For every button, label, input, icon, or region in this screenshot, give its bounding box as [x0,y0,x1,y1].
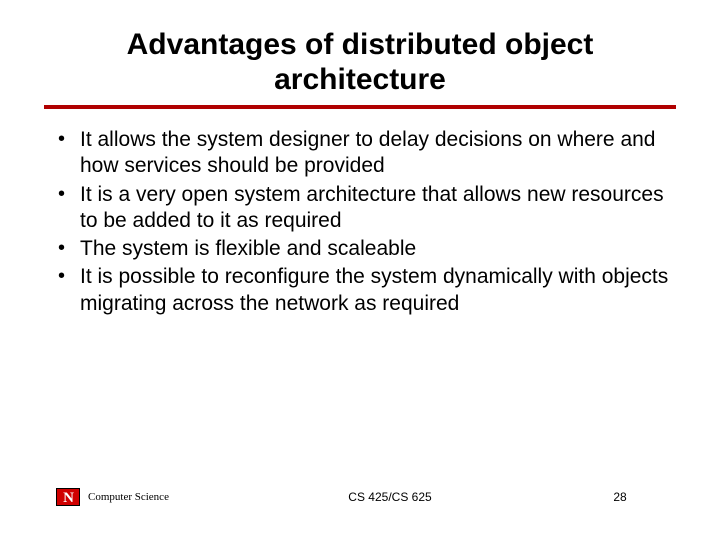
list-item: It is a very open system architecture th… [44,182,676,235]
list-item: The system is flexible and scaleable [44,236,676,262]
list-item: It is possible to reconfigure the system… [44,264,676,317]
university-logo-icon: N [56,488,80,506]
course-label: CS 425/CS 625 [260,490,520,504]
bullet-list: It allows the system designer to delay d… [44,127,676,317]
page-number: 28 [520,490,720,504]
department-label: Computer Science [88,491,169,503]
slide: Advantages of distributed object archite… [0,0,720,540]
slide-title: Advantages of distributed object archite… [44,28,676,97]
footer-left: N Computer Science [0,488,260,506]
slide-footer: N Computer Science CS 425/CS 625 28 [0,484,720,510]
list-item: It allows the system designer to delay d… [44,127,676,180]
title-underline [44,105,676,109]
